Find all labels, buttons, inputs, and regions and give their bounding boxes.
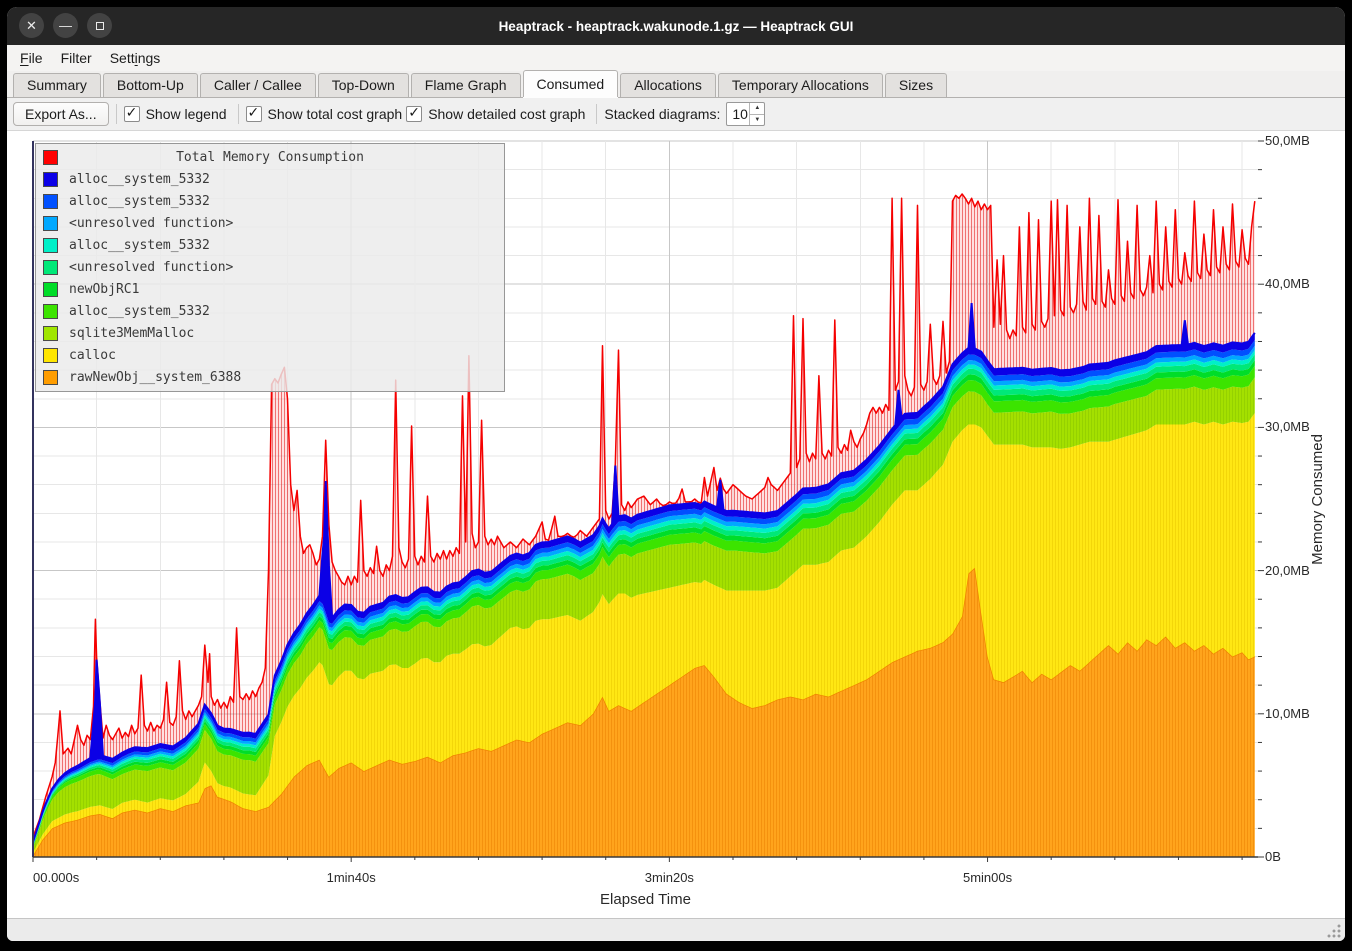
legend-item-label: alloc__system_5332 [69,172,210,187]
chart-toolbar: Export As... ✓ Show legend ✓ Show total cos… [7,98,1345,131]
toolbar-separator [596,104,597,124]
y-tick-label: 50,0MB [1265,133,1310,148]
checkbox-group: ✓ Show legend ✓ Show total cost graph ✓ Show … [124,104,590,124]
consumed-chart-panel: 00.000s 1min40s 3min20s 5min00s 0B 10,0MB 20,… [7,131,1345,918]
legend-swatch [43,238,58,253]
legend-item-label: alloc__system_5332 [69,304,210,319]
y-tick-label: 40,0MB [1265,276,1310,291]
tab-temporary-allocations[interactable]: Temporary Allocations [718,73,883,97]
legend-item: rawNewObj__system_6388 [36,366,504,388]
tab-allocations[interactable]: Allocations [620,73,716,97]
legend-item: newObjRC1 [36,278,504,300]
y-axis-title: Memory Consumed [1309,141,1326,857]
close-button[interactable]: ✕ [19,13,44,38]
checkbox-label: Show detailed cost graph [428,106,585,122]
legend-item: alloc__system_5332 [36,300,504,322]
legend-item: alloc__system_5332 [36,168,504,190]
minimize-icon: — [59,18,72,33]
checkbox-show-total-cost-graph[interactable]: ✓ Show total cost graph [246,106,403,122]
window-title: Heaptrack - heaptrack.wakunode.1.gz — He… [7,7,1345,45]
legend-swatch [43,370,58,385]
spinner-up-button[interactable]: ▲ [750,103,764,115]
export-as-button[interactable]: Export As... [13,102,109,126]
legend-item: calloc [36,344,504,366]
tab-bottom-up[interactable]: Bottom-Up [103,73,198,97]
legend-swatch [43,172,58,187]
tab-summary[interactable]: Summary [13,73,101,97]
menu-settings[interactable]: Settings [101,47,170,69]
checkbox-show-legend[interactable]: ✓ Show legend [124,106,227,122]
stacked-diagrams-value: 10 [727,103,749,125]
legend-swatch [43,348,58,363]
x-tick-label: 3min20s [645,870,694,885]
checkbox-label: Show legend [146,106,227,122]
y-tick-label: 0B [1265,849,1281,864]
x-axis-title: Elapsed Time [33,891,1258,908]
maximize-icon [96,22,104,30]
tab-sizes[interactable]: Sizes [885,73,947,97]
legend-swatch [43,216,58,231]
toolbar-separator [238,104,239,124]
legend-item: <unresolved function> [36,256,504,278]
minimize-button[interactable]: — [53,13,78,38]
legend-title-row: Total Memory Consumption [36,146,504,168]
stacked-diagrams-label: Stacked diagrams: [604,106,720,122]
spinner-down-button[interactable]: ▼ [750,115,764,126]
legend-item-label: calloc [69,348,116,363]
y-tick-label: 10,0MB [1265,706,1310,721]
checkbox-label: Show total cost graph [268,106,403,122]
legend-swatch [43,194,58,209]
menu-bar: FileFilterSettings [7,45,1345,71]
checkbox-show-detailed-cost-graph[interactable]: ✓ Show detailed cost graph [406,106,585,122]
legend-item: sqlite3MemMalloc [36,322,504,344]
legend-item-label: sqlite3MemMalloc [69,326,194,341]
legend-item-label: alloc__system_5332 [69,194,210,209]
resize-grip-icon[interactable] [1327,924,1341,938]
menu-file[interactable]: File [11,47,52,69]
legend-item-label: rawNewObj__system_6388 [69,370,241,385]
heaptrack-window: Heaptrack - heaptrack.wakunode.1.gz — He… [7,7,1345,941]
legend-swatch [43,326,58,341]
maximize-button[interactable] [87,13,112,38]
check-icon: ✓ [248,104,260,121]
legend-title: Total Memory Consumption [58,150,482,165]
menu-filter[interactable]: Filter [52,47,101,69]
check-icon: ✓ [408,104,420,121]
chart-legend: Total Memory Consumption alloc__system_53… [35,143,505,392]
tab-caller-callee[interactable]: Caller / Callee [200,73,316,97]
toolbar-separator [116,104,117,124]
tab-consumed[interactable]: Consumed [523,70,619,97]
legend-item-label: alloc__system_5332 [69,238,210,253]
title-bar[interactable]: Heaptrack - heaptrack.wakunode.1.gz — He… [7,7,1345,45]
tab-flame-graph[interactable]: Flame Graph [411,73,521,97]
tab-top-down[interactable]: Top-Down [318,73,409,97]
legend-swatch [43,282,58,297]
tab-bar: SummaryBottom-UpCaller / CalleeTop-DownF… [7,71,1345,98]
x-tick-label: 00.000s [33,870,79,885]
legend-swatch [43,260,58,275]
check-icon: ✓ [126,104,138,121]
close-icon: ✕ [26,18,37,34]
checkbox-box[interactable]: ✓ [406,106,422,122]
y-tick-label: 30,0MB [1265,419,1310,434]
window-controls: ✕ — [19,13,112,38]
checkbox-box[interactable]: ✓ [246,106,262,122]
legend-item-label: <unresolved function> [69,216,233,231]
x-tick-label: 1min40s [327,870,376,885]
legend-item: alloc__system_5332 [36,190,504,212]
status-bar [7,918,1345,941]
checkbox-box[interactable]: ✓ [124,106,140,122]
legend-item: <unresolved function> [36,212,504,234]
legend-item: alloc__system_5332 [36,234,504,256]
legend-swatch [43,150,58,165]
legend-item-label: <unresolved function> [69,260,233,275]
legend-swatch [43,304,58,319]
legend-item-label: newObjRC1 [69,282,139,297]
stacked-diagrams-spinner[interactable]: 10 ▲ ▼ [726,102,765,126]
x-tick-label: 5min00s [963,870,1012,885]
y-tick-label: 20,0MB [1265,563,1310,578]
